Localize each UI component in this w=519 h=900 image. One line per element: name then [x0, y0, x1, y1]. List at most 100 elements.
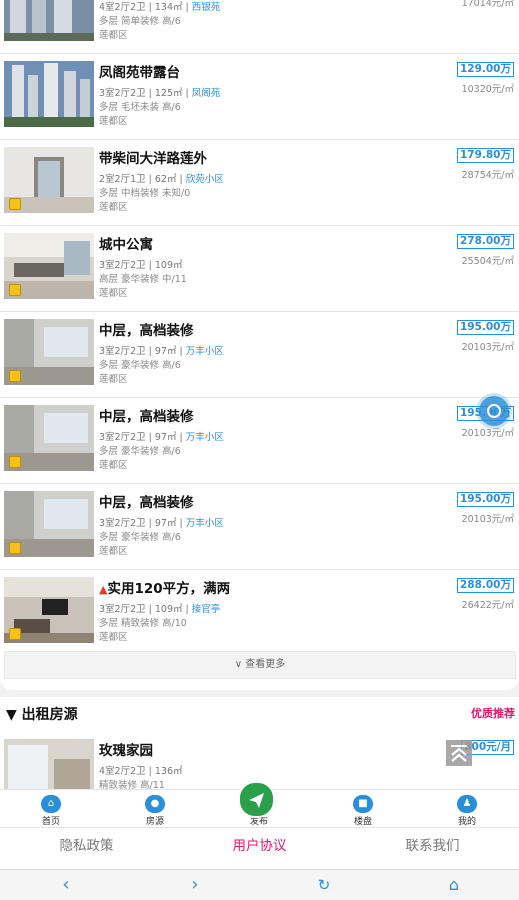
listing-title: 玫瑰家园 — [99, 743, 153, 759]
listing-thumbnail — [4, 491, 94, 557]
page: 4室2厅2卫 | 134㎡ | 西银苑 多层 简单装修 高/6 莲都区 1701… — [0, 0, 519, 900]
privacy-policy-link[interactable]: 隐私政策 — [0, 828, 173, 870]
community-link[interactable]: 万丰小区 — [186, 518, 224, 529]
tab-label: 楼盘 — [353, 817, 372, 827]
user-icon: ♟ — [457, 795, 477, 813]
listing-thumbnail — [4, 147, 94, 213]
listing-district: 莲都区 — [99, 460, 128, 471]
listing-title: 城中公寓 — [99, 237, 153, 253]
forward-icon[interactable]: › — [183, 874, 207, 896]
home-icon: ⌂ — [41, 795, 61, 813]
listing-floor: 多层 中档装修 未知/0 — [99, 188, 191, 199]
user-agreement-link[interactable]: 用户协议 — [173, 828, 346, 870]
listing-layout: 4室2厅2卫 | 136㎡ — [99, 766, 183, 777]
tab-label: 首页 — [41, 817, 60, 827]
tab-mine[interactable]: ♟ 我的 — [437, 790, 497, 828]
back-to-top-button[interactable] — [446, 740, 472, 766]
listing-thumbnail — [4, 319, 94, 385]
listing-floor: 高层 豪华装修 中/11 — [99, 274, 187, 285]
listing-floor: 多层 毛坯未装 高/6 — [99, 102, 181, 113]
community-link[interactable]: 接官亭 — [192, 604, 221, 615]
listing-district: 莲都区 — [99, 202, 128, 213]
listing-district: 莲都区 — [99, 632, 128, 643]
rental-section-title: ▼ 出租房源 — [6, 707, 78, 723]
listing-unit-price: 20103元/㎡ — [461, 342, 514, 353]
listing-unit-price: 25504元/㎡ — [461, 256, 514, 267]
listing-price: 278.00万 — [456, 234, 514, 249]
house-source-icon: ● — [145, 795, 165, 813]
vr-icon — [9, 456, 21, 468]
community-link[interactable]: 欣苑小区 — [186, 174, 224, 185]
home-icon[interactable]: ⌂ — [442, 874, 466, 896]
listing-district: 莲都区 — [99, 546, 128, 557]
listing-item[interactable]: 中层，高档装修 3室2厅2卫 | 97㎡ | 万丰小区 多层 豪华装修 高/6 … — [0, 311, 519, 398]
listing-price: 129.00万 — [456, 62, 514, 77]
listing-price: 179.80万 — [456, 148, 514, 163]
recommend-link[interactable]: 优质推荐 — [471, 705, 515, 721]
community-link[interactable]: 西银苑 — [192, 2, 221, 13]
listing-floor: 多层 豪华装修 高/6 — [99, 360, 181, 371]
listing-thumbnail — [4, 405, 94, 471]
listing-layout: 3室2厅2卫 | 97㎡ | 万丰小区 — [99, 518, 224, 529]
tab-label: 房源 — [145, 817, 164, 827]
listing-title: 中层，高档装修 — [99, 409, 194, 425]
back-icon[interactable]: ‹ — [54, 874, 78, 896]
listing-unit-price: 26422元/㎡ — [461, 600, 514, 611]
listings-card: 4室2厅2卫 | 134㎡ | 西银苑 多层 简单装修 高/6 莲都区 1701… — [0, 0, 519, 690]
listing-floor: 多层 豪华装修 高/6 — [99, 532, 181, 543]
refresh-icon[interactable]: ↻ — [312, 874, 336, 896]
community-link[interactable]: 万丰小区 — [186, 432, 224, 443]
listing-unit-price: 20103元/㎡ — [461, 514, 514, 525]
listing-title: 带柴间大洋路莲外 — [99, 151, 207, 167]
tab-new-building[interactable]: ■ 楼盘 — [333, 790, 393, 828]
listing-layout: 2室2厅1卫 | 62㎡ | 欣苑小区 — [99, 174, 224, 185]
browser-nav-bar: ‹ › ↻ ⌂ — [0, 869, 519, 900]
community-link[interactable]: 万丰小区 — [186, 346, 224, 357]
listing-item[interactable]: 4室2厅2卫 | 134㎡ | 西银苑 多层 简单装修 高/6 莲都区 1701… — [0, 0, 519, 54]
listing-price: 288.00万 — [456, 578, 514, 593]
listing-unit-price: 17014元/㎡ — [461, 0, 514, 9]
publish-icon — [249, 793, 264, 808]
listing-layout: 4室2厅2卫 | 134㎡ | 西银苑 — [99, 2, 221, 13]
listing-floor: 多层 豪华装修 高/6 — [99, 446, 181, 457]
listing-item[interactable]: 凤阁苑带露台 3室2厅2卫 | 125㎡ | 凤阁苑 多层 毛坯未装 高/6 莲… — [0, 53, 519, 140]
listing-layout: 3室2厅2卫 | 97㎡ | 万丰小区 — [99, 346, 224, 357]
tab-house-source[interactable]: ● 房源 — [125, 790, 185, 828]
vr-icon — [9, 284, 21, 296]
listing-thumbnail — [4, 577, 94, 643]
listing-price: 195.00万 — [456, 320, 514, 335]
contact-us-link[interactable]: 联系我们 — [346, 828, 519, 870]
listing-title: 中层，高档装修 — [99, 323, 194, 339]
listing-layout: 3室2厅2卫 | 97㎡ | 万丰小区 — [99, 432, 224, 443]
listing-district: 莲都区 — [99, 30, 128, 41]
listing-layout: 3室2厅2卫 | 125㎡ | 凤阁苑 — [99, 88, 221, 99]
listing-unit-price: 10320元/㎡ — [461, 84, 514, 95]
listing-item[interactable]: ▲实用120平方，满两 3室2厅2卫 | 109㎡ | 接官亭 多层 精致装修 … — [0, 569, 519, 655]
listing-thumbnail — [4, 0, 94, 41]
listing-item[interactable]: 城中公寓 3室2厅2卫 | 109㎡ 高层 豪华装修 中/11 莲都区 278.… — [0, 225, 519, 312]
community-link[interactable]: 凤阁苑 — [192, 88, 221, 99]
listing-unit-price: 28754元/㎡ — [461, 170, 514, 181]
listing-title: 中层，高档装修 — [99, 495, 194, 511]
footer-links: 隐私政策 用户协议 联系我们 — [0, 827, 519, 870]
listing-floor: 多层 精致装修 高/10 — [99, 618, 187, 629]
listing-layout: 3室2厅2卫 | 109㎡ — [99, 260, 183, 271]
vr-icon — [9, 628, 21, 640]
vr-icon — [9, 198, 21, 210]
listing-district: 莲都区 — [99, 374, 128, 385]
listing-title: ▲实用120平方，满两 — [99, 581, 231, 597]
arrow-up-icon — [451, 745, 467, 762]
listing-item[interactable]: 中层，高档装修 3室2厅2卫 | 97㎡ | 万丰小区 多层 豪华装修 高/6 … — [0, 397, 519, 484]
floating-assistant-button[interactable] — [479, 396, 509, 426]
listing-district: 莲都区 — [99, 288, 128, 299]
tab-label: 我的 — [457, 817, 476, 827]
listing-title: 凤阁苑带露台 — [99, 65, 180, 81]
listing-thumbnail — [4, 233, 94, 299]
listing-item[interactable]: 带柴间大洋路莲外 2室2厅1卫 | 62㎡ | 欣苑小区 多层 中档装修 未知/… — [0, 139, 519, 226]
listing-layout: 3室2厅2卫 | 109㎡ | 接官亭 — [99, 604, 221, 615]
listing-floor: 多层 简单装修 高/6 — [99, 16, 181, 27]
publish-button[interactable] — [238, 781, 275, 818]
view-more-button[interactable]: ∨ 查看更多 — [4, 651, 516, 679]
listing-item[interactable]: 中层，高档装修 3室2厅2卫 | 97㎡ | 万丰小区 多层 豪华装修 高/6 … — [0, 483, 519, 570]
tab-home[interactable]: ⌂ 首页 — [21, 790, 81, 828]
